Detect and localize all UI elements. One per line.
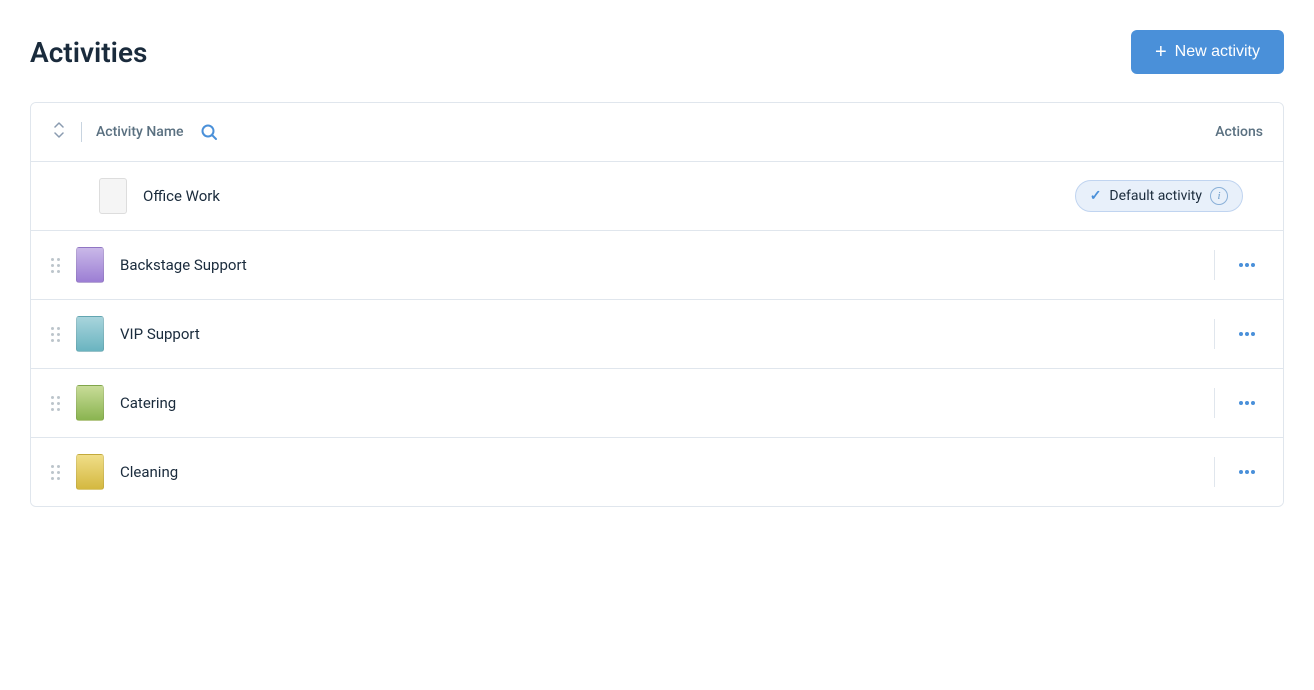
header-divider: [81, 122, 82, 142]
dot3: [1251, 263, 1255, 267]
dot1: [1239, 401, 1243, 405]
actions-divider: [1214, 250, 1215, 280]
page-header: Activities + New activity: [30, 30, 1284, 74]
row-actions: [1214, 388, 1263, 418]
activity-icon: [99, 178, 127, 214]
activity-row: Catering: [31, 369, 1283, 438]
dot2: [1245, 263, 1249, 267]
actions-divider: [1214, 457, 1215, 487]
activity-icon: [76, 316, 104, 352]
activity-name: Backstage Support: [120, 256, 667, 274]
drag-handle[interactable]: [51, 396, 60, 411]
activity-row: Backstage Support: [31, 231, 1283, 300]
dot1: [1239, 332, 1243, 336]
row-actions: [1214, 457, 1263, 487]
search-icon[interactable]: [194, 117, 224, 147]
activity-name: VIP Support: [120, 325, 667, 343]
row-actions: [1214, 250, 1263, 280]
actions-divider: [1214, 388, 1215, 418]
dot3: [1251, 332, 1255, 336]
page-title: Activities: [30, 36, 147, 69]
activity-icon: [76, 385, 104, 421]
check-icon: ✓: [1090, 188, 1102, 204]
new-activity-label: New activity: [1175, 43, 1260, 61]
new-activity-button[interactable]: + New activity: [1131, 30, 1284, 74]
plus-icon: +: [1155, 42, 1167, 62]
actions-column-label: Actions: [1215, 124, 1263, 140]
drag-handle[interactable]: [51, 327, 60, 342]
activity-name: Office Work: [143, 187, 609, 205]
dot3: [1251, 401, 1255, 405]
activity-name: Cleaning: [120, 463, 667, 481]
default-activity-badge: ✓ Default activity i: [1075, 180, 1243, 212]
default-activity-label: Default activity: [1109, 188, 1202, 204]
activity-row: Office Work ✓ Default activity i: [31, 162, 1283, 231]
dot3: [1251, 470, 1255, 474]
activity-row: Cleaning: [31, 438, 1283, 506]
activity-row: VIP Support: [31, 300, 1283, 369]
dot2: [1245, 470, 1249, 474]
more-options-button[interactable]: [1231, 328, 1263, 340]
dot2: [1245, 332, 1249, 336]
activity-name-column-label: Activity Name: [96, 124, 184, 140]
row-actions: [1214, 319, 1263, 349]
activity-icon: [76, 454, 104, 490]
more-options-button[interactable]: [1231, 466, 1263, 478]
drag-handle[interactable]: [51, 258, 60, 273]
more-options-button[interactable]: [1231, 259, 1263, 271]
header-left: Activity Name: [51, 117, 224, 147]
sort-icon[interactable]: [51, 122, 67, 142]
info-icon[interactable]: i: [1210, 187, 1228, 205]
dot2: [1245, 401, 1249, 405]
dot1: [1239, 470, 1243, 474]
activities-table: Activity Name Actions Office Work ✓ Defa…: [30, 102, 1284, 507]
dot1: [1239, 263, 1243, 267]
page-container: Activities + New activity Activity Name: [0, 0, 1314, 527]
activities-list: Office Work ✓ Default activity i Backsta…: [31, 162, 1283, 506]
drag-handle[interactable]: [51, 465, 60, 480]
actions-divider: [1214, 319, 1215, 349]
table-header: Activity Name Actions: [31, 103, 1283, 162]
activity-name: Catering: [120, 394, 667, 412]
more-options-button[interactable]: [1231, 397, 1263, 409]
activity-icon: [76, 247, 104, 283]
